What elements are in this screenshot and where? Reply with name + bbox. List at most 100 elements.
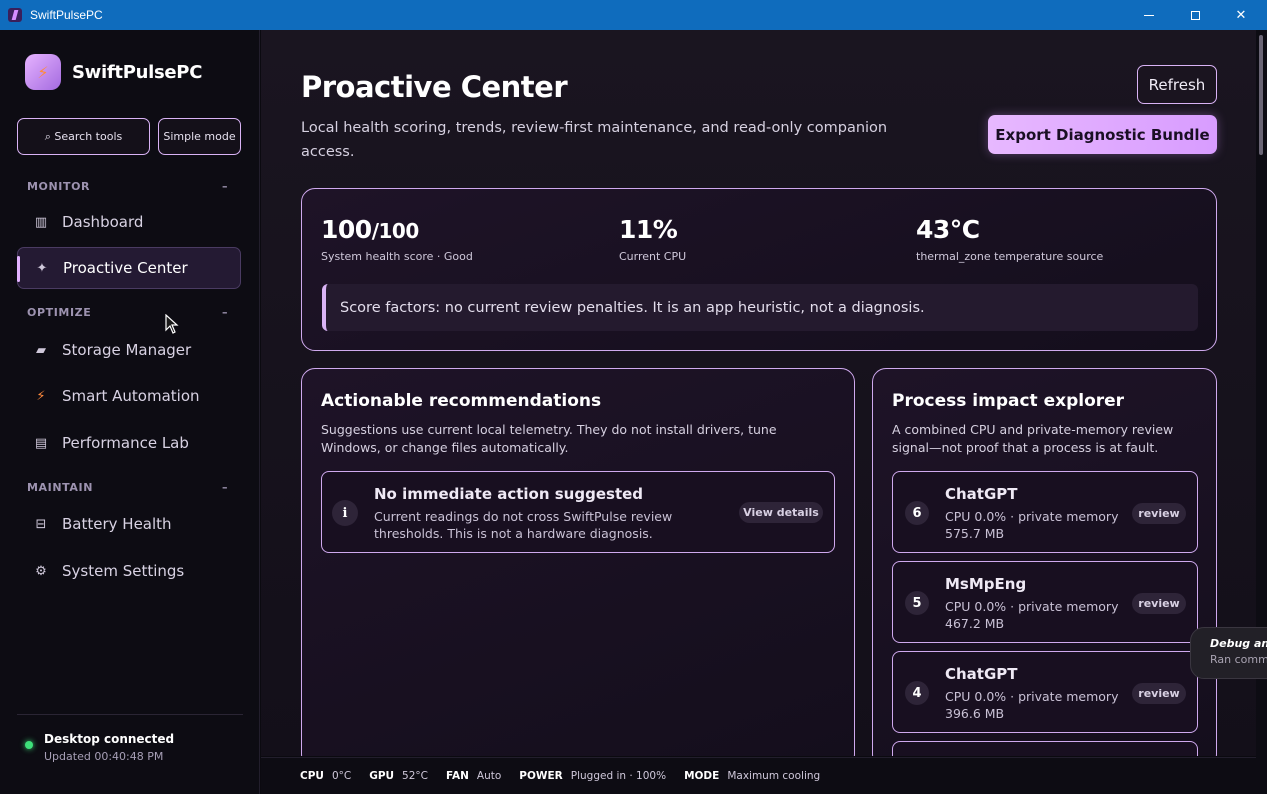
process-name: MsMpEng xyxy=(945,575,1027,593)
process-name: ChatGPT xyxy=(945,665,1018,683)
status-key: POWER xyxy=(519,770,563,782)
close-button[interactable]: ✕ xyxy=(1218,0,1264,30)
sidebar-item-dashboard[interactable]: ▥ Dashboard xyxy=(17,201,241,243)
recommendation-item: i No immediate action suggested Current … xyxy=(321,471,835,553)
scrollbar-thumb[interactable] xyxy=(1259,35,1263,155)
close-icon: ✕ xyxy=(1235,7,1247,23)
connection-status-dot xyxy=(25,741,33,749)
status-value: 0°C xyxy=(331,770,352,782)
metric-label: Current CPU xyxy=(619,250,687,263)
toast-title: Debug and xyxy=(1210,637,1267,650)
status-value: 52°C xyxy=(402,770,428,782)
simple-mode-button[interactable]: Simple mode xyxy=(158,118,241,155)
refresh-button[interactable]: Refresh xyxy=(1137,65,1217,104)
view-details-button[interactable]: View details xyxy=(739,502,823,523)
mouse-cursor-icon xyxy=(165,314,179,334)
status-key: FAN xyxy=(446,770,469,782)
metric-suffix: /100 xyxy=(371,219,420,243)
minimize-button[interactable] xyxy=(1126,0,1172,30)
process-item: 5 MsMpEng CPU 0.0% · private memory 467.… xyxy=(892,561,1198,643)
review-button[interactable]: review xyxy=(1132,683,1186,704)
section-maintain[interactable]: MAINTAIN – xyxy=(27,481,227,494)
recommendation-title: No immediate action suggested xyxy=(374,485,644,503)
sidebar-item-smart-automation[interactable]: ⚡ Smart Automation xyxy=(17,375,241,417)
toast-clip: Debug and Ran comm xyxy=(1190,627,1267,681)
card-description: A combined CPU and private-memory review… xyxy=(892,422,1174,455)
status-bar: CPU 0°C GPU 52°C FAN Auto POWER Plugged in ·… xyxy=(261,757,1256,794)
review-button[interactable]: review xyxy=(1132,593,1186,614)
main-content: Proactive Center Local health scoring, t… xyxy=(261,30,1256,756)
app-icon xyxy=(8,8,22,22)
metric-label: thermal_zone temperature source xyxy=(916,250,1104,263)
section-title: OPTIMIZE xyxy=(27,306,92,319)
window-title: SwiftPulsePC xyxy=(30,8,103,22)
sidebar: ⚡ SwiftPulsePC ⌕ Search tools Simple mod… xyxy=(0,30,260,794)
sidebar-item-system-settings[interactable]: ⚙ System Settings xyxy=(17,550,241,592)
sidebar-item-label: Storage Manager xyxy=(62,341,192,359)
process-rank: 4 xyxy=(905,681,929,705)
process-item: 4 ChatGPT CPU 0.0% · private memory 396.… xyxy=(892,651,1198,733)
maximize-icon xyxy=(1190,10,1200,20)
status-value: Auto xyxy=(476,770,502,782)
process-item: 6 ChatGPT CPU 0.0% · private memory 575.… xyxy=(892,471,1198,553)
search-tools-button[interactable]: ⌕ Search tools xyxy=(17,118,150,155)
process-meta: CPU 0.0% · private memory 467.2 MB xyxy=(945,599,1119,631)
sidebar-item-label: System Settings xyxy=(62,562,185,580)
title-bar: SwiftPulsePC xyxy=(0,0,1267,30)
debug-toast[interactable]: Debug and Ran comm xyxy=(1190,627,1267,679)
metric-health-score: 100/100 System health score · Good xyxy=(321,215,473,263)
section-monitor[interactable]: MONITOR – xyxy=(27,180,227,193)
sidebar-item-label: Performance Lab xyxy=(62,434,189,452)
brand: ⚡ SwiftPulsePC xyxy=(25,54,202,90)
status-value: Maximum cooling xyxy=(727,770,821,782)
brand-name: SwiftPulsePC xyxy=(72,61,203,83)
process-rank: 6 xyxy=(905,501,929,525)
metric-value: 43°C xyxy=(916,215,980,244)
sidebar-item-label: Proactive Center xyxy=(63,259,188,277)
section-title: MAINTAIN xyxy=(27,481,94,494)
process-meta: CPU 0.0% · private memory 396.6 MB xyxy=(945,689,1119,721)
section-title: MONITOR xyxy=(27,180,91,193)
review-button[interactable]: review xyxy=(1132,503,1186,524)
card-title: Actionable recommendations xyxy=(321,391,602,411)
metric-value: 11% xyxy=(619,215,678,244)
score-factors-note: Score factors: no current review penalti… xyxy=(322,284,1198,331)
sidebar-item-performance-lab[interactable]: ▤ Performance Lab xyxy=(17,422,241,464)
process-impact-card: Process impact explorer A combined CPU a… xyxy=(872,368,1217,756)
sidebar-item-storage-manager[interactable]: ▰ Storage Manager xyxy=(17,329,241,371)
divider xyxy=(17,714,243,715)
toast-subtitle: Ran comm xyxy=(1210,653,1267,666)
metric-temperature: 43°C thermal_zone temperature source xyxy=(916,215,1103,263)
minimize-icon xyxy=(1144,14,1154,16)
info-icon: i xyxy=(332,500,358,526)
connection-updated: Updated 00:40:48 PM xyxy=(44,750,164,763)
performance-icon: ▤ xyxy=(34,435,48,451)
page-subtitle: Local health scoring, trends, review-fir… xyxy=(301,120,888,160)
process-name: ChatGPT xyxy=(945,485,1018,503)
maximize-button[interactable] xyxy=(1172,0,1218,30)
status-key: MODE xyxy=(684,770,720,782)
sidebar-item-battery-health[interactable]: ⊟ Battery Health xyxy=(17,503,241,545)
lightning-icon: ⚡ xyxy=(36,388,46,404)
gear-icon: ⚙ xyxy=(35,563,47,579)
metric-cpu: 11% Current CPU xyxy=(619,215,686,263)
collapse-icon: – xyxy=(222,481,229,494)
health-summary-card: 100/100 System health score · Good 11% C… xyxy=(301,188,1217,351)
metric-label: System health score · Good xyxy=(321,250,473,263)
sidebar-item-label: Smart Automation xyxy=(62,387,200,405)
section-optimize[interactable]: OPTIMIZE – xyxy=(27,306,227,319)
connection-status: Desktop connected xyxy=(44,732,175,746)
card-title: Process impact explorer xyxy=(892,391,1125,411)
brand-logo-icon: ⚡ xyxy=(25,54,61,90)
export-diagnostic-bundle-button[interactable]: Export Diagnostic Bundle xyxy=(988,115,1217,154)
sidebar-item-label: Dashboard xyxy=(62,213,144,231)
storage-icon: ▰ xyxy=(36,342,46,358)
recommendations-card: Actionable recommendations Suggestions u… xyxy=(301,368,855,756)
card-description: Suggestions use current local telemetry.… xyxy=(321,422,777,455)
status-value: Plugged in · 100% xyxy=(570,770,667,782)
metric-value: 100 xyxy=(321,215,372,244)
sidebar-item-proactive-center[interactable]: ✦ Proactive Center xyxy=(17,247,241,289)
status-key: CPU xyxy=(300,770,324,782)
sidebar-item-label: Battery Health xyxy=(62,515,172,533)
process-item xyxy=(892,741,1198,756)
